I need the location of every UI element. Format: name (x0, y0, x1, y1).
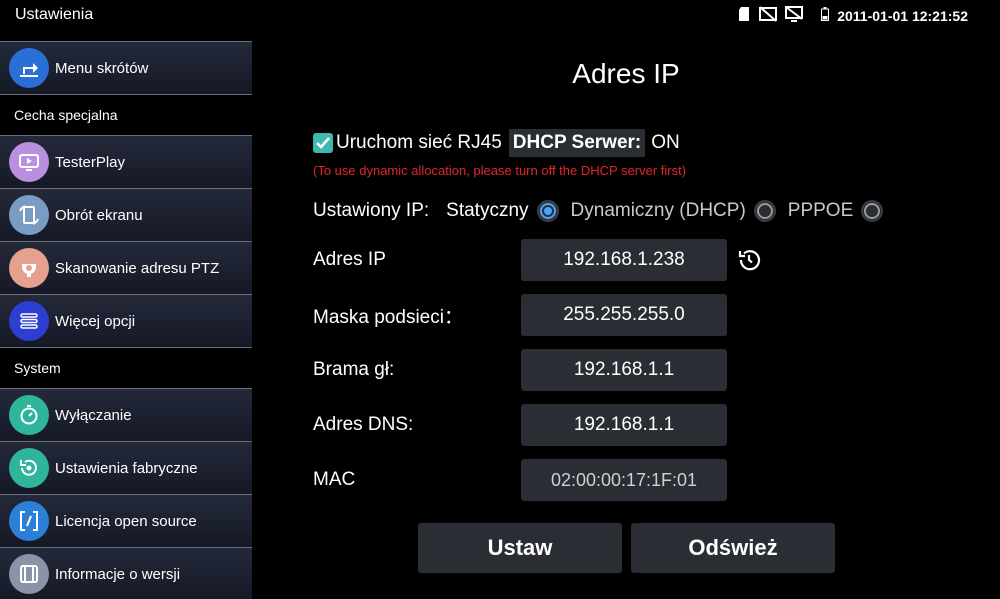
version-info-icon (9, 554, 49, 594)
sidebar-item-label: Menu skrótów (55, 59, 149, 77)
subnet-mask-field[interactable]: 255.255.255.0 (521, 294, 727, 336)
sidebar-item-shortcut-menu[interactable]: Menu skrótów (0, 42, 252, 94)
ip-address-row: Adres IP 192.168.1.238 (313, 239, 793, 281)
sidebar-item-label: Skanowanie adresu PTZ (55, 259, 220, 277)
sidebar-item-label: Licencja open source (55, 512, 197, 530)
rotate-screen-icon (9, 195, 49, 235)
gateway-label: Brama gł: (313, 359, 395, 380)
mac-row: MAC 02:00:00:17:1F:01 (313, 459, 793, 501)
dns-row: Adres DNS: 192.168.1.1 (313, 404, 793, 446)
timer-icon (9, 395, 49, 435)
status-datetime: 2011-01-01 12:21:52 (837, 7, 968, 24)
sidebar-item-version-info[interactable]: Informacje o wersji (0, 548, 252, 599)
dhcp-server-value: ON (651, 132, 680, 153)
mac-field: 02:00:00:17:1F:01 (521, 459, 727, 501)
rj45-row: Uruchom sieć RJ45 DHCP Serwer: ON (313, 129, 680, 157)
radio-label: Dynamiczny (DHCP) (570, 200, 746, 221)
battery-icon (821, 7, 830, 24)
sidebar-item-screen-rotation[interactable]: Obrót ekranu (0, 189, 252, 241)
ip-address-label: Adres IP (313, 249, 386, 270)
mac-label: MAC (313, 469, 356, 490)
radio-label: PPPOE (787, 200, 854, 221)
gateway-field[interactable]: 192.168.1.1 (521, 349, 727, 391)
status-bar: Ustawienia 2011-01-01 12:21:52 (0, 0, 1000, 30)
sidebar-item-label: Wyłączanie (55, 406, 132, 424)
sidebar-item-testerplay[interactable]: TesterPlay (0, 136, 252, 188)
sidebar-item-factory-reset[interactable]: Ustawienia fabryczne (0, 442, 252, 494)
set-button[interactable]: Ustaw (418, 523, 622, 573)
sidebar-item-more-options[interactable]: Więcej opcji (0, 295, 252, 347)
refresh-button[interactable]: Odśwież (631, 523, 835, 573)
history-icon[interactable] (735, 246, 763, 274)
radio-label: Statyczny (446, 200, 529, 221)
shortcut-icon (9, 48, 49, 88)
section-header-system: System (14, 360, 61, 376)
divider (0, 94, 252, 95)
divider (0, 347, 252, 348)
status-indicators: 2011-01-01 12:21:52 (739, 6, 968, 25)
subnet-mask-row: Maska podsieci： 255.255.255.0 (313, 294, 793, 336)
ip-mode-row: Ustawiony IP: Statyczny Dynamiczny (DHCP… (313, 200, 895, 222)
dns-label: Adres DNS: (313, 414, 414, 435)
rj45-label: Uruchom sieć RJ45 (336, 132, 502, 153)
sidebar-item-open-source-license[interactable]: Licencja open source (0, 495, 252, 547)
more-options-icon (9, 301, 49, 341)
sidebar-item-label: Ustawienia fabryczne (55, 459, 198, 477)
sidebar-item-label: Informacje o wersji (55, 565, 181, 583)
radio-button-selected[interactable] (536, 200, 559, 222)
sidebar-item-ptz-scan[interactable]: Skanowanie adresu PTZ (0, 242, 252, 294)
sidebar: Menu skrótów Cecha specjalna TesterPlay … (0, 30, 252, 599)
check-icon (316, 137, 330, 149)
radio-button[interactable] (753, 200, 776, 222)
app-title: Ustawienia (15, 6, 94, 23)
no-camera-icon (759, 6, 778, 25)
testerplay-icon (9, 142, 49, 182)
dhcp-server-label: DHCP Serwer: (508, 129, 646, 157)
subnet-mask-label: Maska podsieci： (313, 306, 463, 328)
sidebar-item-shutdown[interactable]: Wyłączanie (0, 389, 252, 441)
ip-address-field[interactable]: 192.168.1.238 (521, 239, 727, 281)
sidebar-item-label: TesterPlay (55, 153, 126, 171)
main-panel: Adres IP Uruchom sieć RJ45 DHCP Serwer: … (252, 30, 1000, 599)
page-title: Adres IP (572, 58, 680, 89)
dns-field[interactable]: 192.168.1.1 (521, 404, 727, 446)
radio-button[interactable] (861, 200, 884, 222)
dhcp-warning: (To use dynamic allocation, please turn … (313, 163, 687, 178)
sidebar-item-label: Więcej opcji (55, 312, 136, 330)
factory-reset-icon (9, 448, 49, 488)
ptz-scan-icon (9, 248, 49, 288)
no-display-icon (785, 6, 804, 25)
radio-dhcp[interactable]: Dynamiczny (DHCP) (571, 200, 776, 222)
radio-static[interactable]: Statyczny (446, 200, 559, 222)
section-header-special: Cecha specjalna (14, 107, 118, 123)
ip-mode-label: Ustawiony IP: (313, 200, 430, 221)
sidebar-item-label: Obrót ekranu (55, 206, 143, 224)
gateway-row: Brama gł: 192.168.1.1 (313, 349, 793, 391)
rj45-checkbox[interactable] (313, 133, 333, 153)
radio-pppoe[interactable]: PPPOE (787, 200, 884, 222)
code-icon (9, 501, 49, 541)
sd-card-icon (739, 7, 751, 24)
